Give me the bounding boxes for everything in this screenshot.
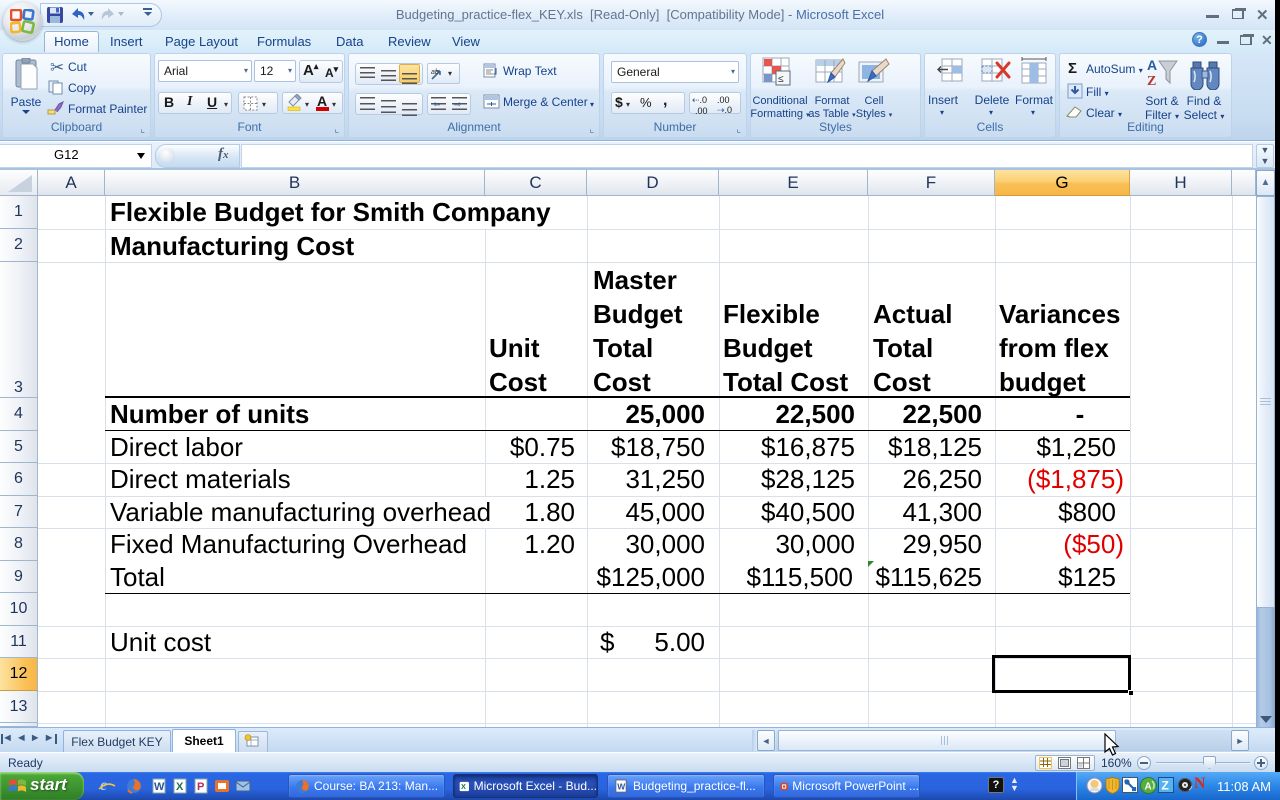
- svg-text:W: W: [617, 781, 625, 791]
- svg-text:≤: ≤: [778, 74, 784, 85]
- svg-text:X: X: [461, 782, 466, 791]
- svg-text:Z: Z: [1162, 779, 1169, 793]
- svg-text:W: W: [154, 781, 165, 793]
- svg-text:Z: Z: [1147, 74, 1156, 89]
- svg-text:X: X: [176, 781, 184, 793]
- svg-text:ab: ab: [431, 69, 439, 76]
- svg-text:P: P: [197, 781, 204, 793]
- svg-text:A: A: [1147, 57, 1157, 73]
- svg-text:A: A: [1145, 782, 1152, 793]
